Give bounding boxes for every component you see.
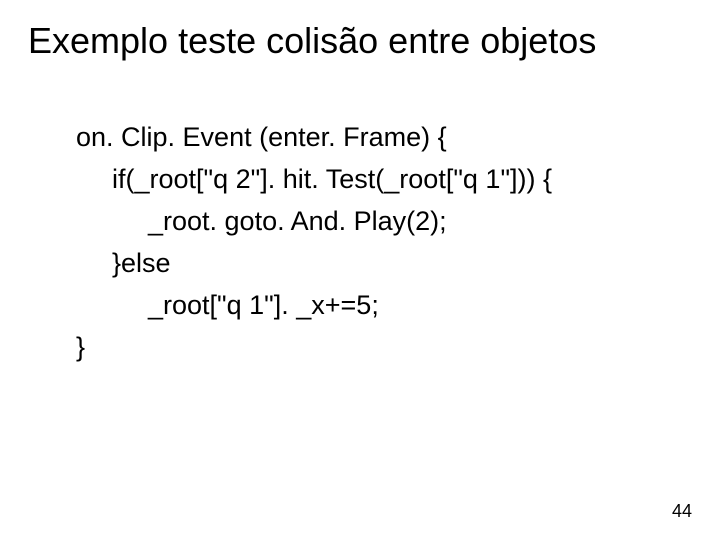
code-line-1: on. Clip. Event (enter. Frame) { bbox=[76, 117, 692, 159]
slide-title: Exemplo teste colisão entre objetos bbox=[28, 20, 692, 61]
slide: Exemplo teste colisão entre objetos on. … bbox=[0, 0, 720, 540]
code-line-6: } bbox=[76, 327, 692, 369]
page-number: 44 bbox=[672, 501, 692, 522]
code-block: on. Clip. Event (enter. Frame) { if(_roo… bbox=[28, 117, 692, 368]
code-line-4: }else bbox=[76, 243, 692, 285]
code-line-3: _root. goto. And. Play(2); bbox=[76, 201, 692, 243]
code-line-2: if(_root["q 2"]. hit. Test(_root["q 1"])… bbox=[76, 159, 692, 201]
code-line-5: _root["q 1"]. _x+=5; bbox=[76, 285, 692, 327]
